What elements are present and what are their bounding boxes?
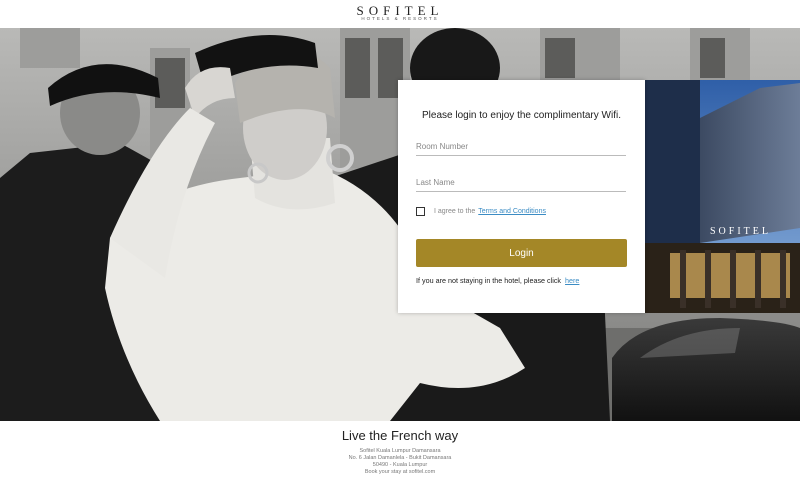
address-line-1: Sofitel Kuala Lumpur Damansara [359,448,441,454]
agree-text: I agree to the [434,207,476,215]
address-line-3: 50490 - Kuala Lumpur [372,462,428,468]
brand-subtitle: HOTELS & RESORTS [361,16,439,21]
header: SOFITEL HOTELS & RESORTS [0,0,800,28]
agree-row: I agree to the Terms and Conditions [416,205,546,217]
room-number-input[interactable] [416,138,626,156]
terms-link[interactable]: Terms and Conditions [478,208,546,215]
not-staying-note: If you are not staying in the hotel, ple… [416,276,579,285]
hotel-sign: SOFITEL [710,226,771,237]
login-title: Please login to enjoy the complimentary … [422,110,621,121]
last-name-input[interactable] [416,174,626,192]
booking-line: Book your stay at sofitel.com [364,469,436,475]
login-button[interactable]: Login [416,239,627,267]
captive-portal-page: SOFITEL HOTELS & RESORTS SOFITEL Please … [0,0,800,480]
tagline: Live the French way [341,428,459,443]
here-link[interactable]: here [565,276,579,285]
not-staying-text: If you are not staying in the hotel, ple… [416,276,562,285]
address-line-2: No. 6 Jalan Damanlela - Bukit Damansara [348,455,452,461]
agree-checkbox[interactable] [416,206,425,216]
footer: Live the French way Sofitel Kuala Lumpur… [0,421,800,480]
